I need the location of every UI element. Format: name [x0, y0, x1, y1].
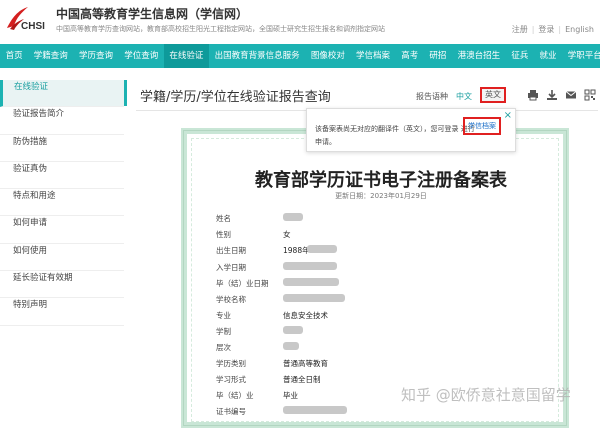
redacted-value	[283, 326, 303, 334]
redacted-value	[283, 342, 299, 350]
redacted-value	[283, 406, 347, 414]
lang-english-option[interactable]: 英文	[480, 87, 506, 103]
mail-icon[interactable]	[565, 89, 577, 101]
nav-item-archive[interactable]: 学信档案	[350, 44, 395, 68]
field-label-degree-type: 学历类别	[216, 359, 246, 368]
nav-item-jiuye[interactable]: 就业	[534, 44, 562, 68]
field-label-major: 专业	[216, 311, 231, 320]
login-link[interactable]: 登录	[538, 25, 554, 34]
download-icon[interactable]	[546, 89, 558, 101]
sidebar: 在线验证 验证报告简介 防伪措施 验证真伪 特点和用途 如何申请 如何使用 延长…	[0, 80, 124, 326]
field-label-birthdate: 出生日期	[216, 246, 246, 255]
qrcode-icon[interactable]	[584, 89, 596, 101]
field-label-level: 层次	[216, 343, 231, 352]
nav-item-home[interactable]: 首页	[0, 44, 28, 68]
header: CHSI 中国高等教育学生信息网（学信网） 中国高等教育学历查询网站，教育部高校…	[0, 0, 600, 44]
nav-item-zhengbing[interactable]: 征兵	[506, 44, 534, 68]
nav-item-yanzhao[interactable]: 研招	[424, 44, 452, 68]
redacted-value	[283, 294, 345, 302]
field-label-duration: 学制	[216, 327, 231, 336]
nav-item-verify[interactable]: 在线验证	[163, 44, 210, 68]
title-accent-bar	[124, 80, 127, 106]
nav-item-image[interactable]: 图像校对	[305, 44, 350, 68]
translation-tooltip: × 该备案表尚无对应的翻译件（英文），您可登录 进行申请。 学信档案	[306, 108, 516, 152]
sidebar-item-statement[interactable]: 特别声明	[0, 298, 124, 326]
field-label-gender: 性别	[216, 230, 231, 239]
sidebar-item-usage[interactable]: 如何使用	[0, 244, 124, 272]
field-value-degree-type: 普通高等教育	[283, 359, 328, 368]
print-icon[interactable]	[527, 89, 539, 101]
top-links: 注册 | 登录 | English	[511, 25, 594, 34]
register-link[interactable]: 注册	[512, 25, 528, 34]
lang-chinese-option[interactable]: 中文	[456, 91, 472, 102]
field-label-name: 姓名	[216, 214, 231, 223]
field-label-graduation-date: 毕（结）业日期	[216, 279, 269, 288]
report-language-label: 报告语种	[416, 92, 448, 101]
redacted-value	[283, 278, 339, 286]
redacted-value	[307, 245, 337, 253]
nav-item-xueli[interactable]: 学历查询	[73, 44, 118, 68]
field-label-graduation-status: 毕（结）业	[216, 391, 254, 400]
sidebar-item-extend[interactable]: 延长验证有效期	[0, 271, 124, 299]
nav-item-gaokao[interactable]: 高考	[396, 44, 424, 68]
site-title: 中国高等教育学生信息网（学信网）	[56, 7, 249, 21]
redacted-value	[283, 262, 337, 270]
certificate-title: 教育部学历证书电子注册备案表	[255, 170, 507, 191]
watermark: 知乎 @欧侨意社意国留学	[401, 386, 571, 404]
redacted-value	[283, 213, 303, 221]
page-title: 学籍/学历/学位在线验证报告查询	[140, 90, 331, 105]
site-subtitle: 中国高等教育学历查询网站，教育部高校招生阳光工程指定网站，全国硕士研究生招生报名…	[56, 25, 385, 33]
sidebar-item-anticounterfeit[interactable]: 防伪措施	[0, 135, 124, 162]
field-value-birthdate: 1988年	[283, 246, 310, 255]
nav-item-xuewei[interactable]: 学位查询	[119, 44, 164, 68]
field-value-study-form: 普通全日制	[283, 375, 321, 384]
sidebar-item-apply[interactable]: 如何申请	[0, 216, 124, 244]
certificate-update-date: 更新日期：2023年01月29日	[335, 192, 427, 200]
field-label-enrollment-date: 入学日期	[216, 263, 246, 272]
xuexin-archive-link[interactable]: 学信档案	[463, 117, 501, 135]
nav-item-xuezhi[interactable]: 学职平台	[562, 44, 600, 68]
sidebar-item-verify[interactable]: 在线验证	[0, 80, 124, 108]
main-nav: 首页 学籍查询 学历查询 学位查询 在线验证 出国教育背景信息服务 图像校对 学…	[0, 44, 600, 68]
field-value-gender: 女	[283, 230, 291, 239]
english-link[interactable]: English	[565, 25, 594, 34]
sidebar-item-features[interactable]: 特点和用途	[0, 189, 124, 217]
close-icon[interactable]: ×	[504, 110, 512, 121]
sidebar-item-authenticity[interactable]: 验证真伪	[0, 162, 124, 190]
field-label-cert-number: 证书编号	[216, 407, 246, 416]
logo-text: CHSI	[21, 21, 45, 32]
field-label-school: 学校名称	[216, 295, 246, 304]
nav-item-xueji[interactable]: 学籍查询	[28, 44, 73, 68]
field-label-study-form: 学习形式	[216, 375, 246, 384]
field-value-major: 信息安全技术	[283, 311, 328, 320]
sidebar-item-intro[interactable]: 验证报告简介	[0, 107, 124, 135]
nav-item-hmt[interactable]: 港澳台招生	[452, 44, 506, 68]
field-value-graduation-status: 毕业	[283, 391, 298, 400]
nav-item-abroad[interactable]: 出国教育背景信息服务	[209, 44, 305, 68]
tooltip-message: 该备案表尚无对应的翻译件（英文），您可登录 进行申请。	[315, 125, 475, 146]
